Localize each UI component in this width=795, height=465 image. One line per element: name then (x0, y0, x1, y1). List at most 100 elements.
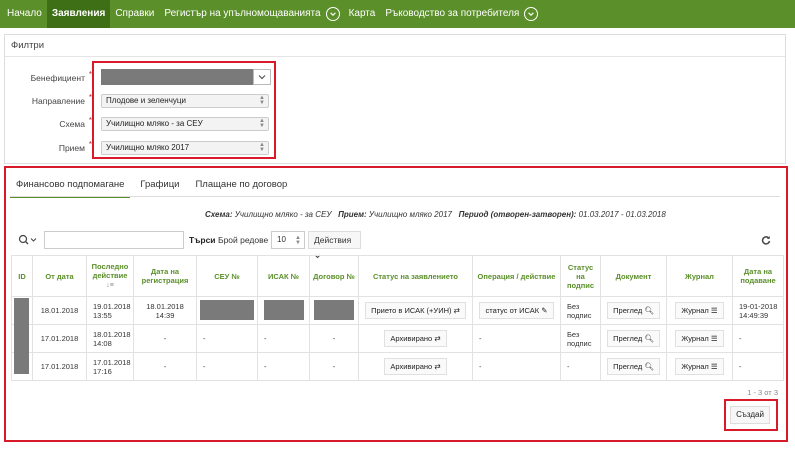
updown-icon: ▲ ▼ (295, 235, 301, 246)
nav-map[interactable]: Карта (344, 0, 381, 28)
cell-registration-date: - (133, 352, 197, 381)
top-nav: Начало Заявления Справки Регистър на упъ… (0, 0, 795, 28)
info-intake-label: Прием: (338, 210, 367, 219)
col-journal[interactable]: Журнал (666, 255, 733, 297)
col-signature-status[interactable]: Статус на подпис (560, 255, 601, 297)
refresh-button[interactable] (758, 231, 774, 249)
status-button[interactable]: Архивирано ⇄ (384, 358, 447, 375)
chevron-down-icon[interactable] (524, 7, 539, 21)
info-line: Схема: Училищно мляко - за СЕУ Прием: Уч… (205, 210, 666, 219)
col-submission-date[interactable]: Дата на подаване (732, 255, 784, 297)
col-id[interactable]: ID (11, 255, 33, 297)
journal-label: Журнал (681, 334, 709, 343)
cell-last-action: 17.01.2018 17:16 (86, 352, 134, 381)
updown-icon: ▲ ▼ (259, 95, 265, 106)
nav-authorizations-register[interactable]: Регистър на упълномощаванията (159, 0, 325, 28)
cell-document: Преглед 🔍︎ (600, 324, 667, 353)
refresh-icon (761, 236, 771, 245)
rows-per-page-value: 10 (277, 235, 286, 244)
direction-row: Направление * (5, 93, 92, 108)
journal-button[interactable]: Журнал ☰ (675, 302, 724, 319)
cell-contract-no: - (309, 352, 359, 381)
intake-row: Прием * (5, 140, 92, 155)
cell-journal: Журнал ☰ (666, 352, 733, 381)
view-button[interactable]: Преглед 🔍︎ (607, 330, 660, 347)
intake-select[interactable]: Училищно мляко 2017 ▲ ▼ (101, 141, 269, 155)
tab-divider (10, 196, 780, 197)
cell-contract-no (309, 296, 359, 325)
journal-button[interactable]: Журнал ☰ (675, 330, 724, 347)
cell-signature-status: Без подпис (560, 296, 601, 325)
chevron-down-icon[interactable] (325, 7, 340, 21)
status-button[interactable]: Архивирано ⇄ (384, 330, 447, 347)
nav-references[interactable]: Справки (110, 0, 159, 28)
status-label: Прието в ИСАК (+УИН) (371, 306, 452, 315)
journal-label: Журнал (681, 362, 709, 371)
col-last-action[interactable]: Последно действие ↓≡ (86, 255, 134, 297)
applications-table: ID От дата Последно действие ↓≡ Дата на р… (11, 255, 784, 381)
operation-button[interactable]: статус от ИСАК ✎ (479, 302, 554, 319)
status-button[interactable]: Прието в ИСАК (+УИН) ⇄ (365, 302, 466, 319)
beneficiary-dropdown-button[interactable] (253, 69, 271, 85)
info-period-value: 01.03.2017 - 01.03.2018 (578, 210, 666, 219)
view-button[interactable]: Преглед 🔍︎ (607, 302, 660, 319)
status-label: Архивирано (390, 334, 433, 343)
scheme-select[interactable]: Училищно мляко - за СЕУ ▲ ▼ (101, 117, 269, 131)
cell-from-date: 18.01.2018 (32, 296, 87, 325)
direction-select[interactable]: Плодове и зеленчуци ▲ ▼ (101, 94, 269, 108)
nav-home[interactable]: Начало (2, 0, 47, 28)
table-row[interactable]: 18.01.2018 19.01.2018 13:55 18.01.2018 1… (11, 296, 784, 325)
col-seu-no[interactable]: СЕУ № (196, 255, 258, 297)
create-button[interactable]: Създай (730, 406, 770, 424)
cell-isak-no: - (257, 352, 310, 381)
tab-financial-support[interactable]: Финансово подпомагане (10, 176, 131, 198)
cell-contract-no: - (309, 324, 359, 353)
nav-user-guide[interactable]: Ръководство за потребителя (380, 0, 524, 28)
cell-journal: Журнал ☰ (666, 324, 733, 353)
sort-desc-icon: ↓≡ (106, 282, 114, 289)
beneficiary-label: Бенефициент (30, 73, 85, 83)
col-operation[interactable]: Операция / действие (472, 255, 561, 297)
required-mark: * (88, 93, 92, 102)
tab-contract-payment[interactable]: Плащане по договор (189, 176, 293, 198)
cell-signature-status: - (560, 352, 601, 381)
actions-dropdown[interactable]: Действия (308, 231, 361, 259)
list-icon: ☰ (710, 334, 718, 343)
cell-registration-date: 18.01.2018 14:39 (133, 296, 197, 325)
col-registration-date[interactable]: Дата на регистрация (133, 255, 197, 297)
cell-seu-no (196, 296, 258, 325)
tab-schedules[interactable]: Графици (134, 176, 185, 198)
list-icon: ☰ (710, 362, 718, 371)
col-contract-no[interactable]: Договор № (309, 255, 359, 297)
direction-label: Направление (31, 96, 85, 106)
actions-label: Действия (314, 235, 352, 245)
col-document[interactable]: Документ (600, 255, 667, 297)
scheme-row: Схема * (5, 116, 92, 131)
cell-registration-date: - (133, 324, 197, 353)
transfer-icon: ⇄ (434, 362, 441, 371)
col-from-date[interactable]: От дата (32, 255, 87, 297)
table-row[interactable]: 17.01.2018 18.01.2018 14:08 - - - - Архи… (11, 324, 784, 353)
search-icon (18, 234, 37, 245)
beneficiary-select-redacted[interactable] (101, 69, 253, 85)
search-button[interactable]: Търси (189, 235, 216, 245)
status-label: Архивирано (390, 362, 433, 371)
rows-per-page-select[interactable]: 10 ▲ ▼ (271, 231, 305, 249)
transfer-icon: ⇄ (453, 306, 460, 315)
view-button[interactable]: Преглед 🔍︎ (607, 358, 660, 375)
nav-applications[interactable]: Заявления (46, 0, 111, 28)
cell-application-status: Архивирано ⇄ (358, 324, 473, 353)
table-row[interactable]: 17.01.2018 17.01.2018 17:16 - - - - Архи… (11, 352, 784, 381)
col-isak-no[interactable]: ИСАК № (257, 255, 310, 297)
pencil-icon: ✎ (541, 306, 548, 315)
filters-title: Филтри (5, 35, 785, 57)
search-input[interactable] (44, 231, 184, 249)
cell-seu-no: - (196, 324, 258, 353)
journal-button[interactable]: Журнал ☰ (675, 358, 724, 375)
cell-journal: Журнал ☰ (666, 296, 733, 325)
required-mark: * (88, 140, 92, 149)
cell-submission-date: - (732, 324, 784, 353)
scheme-label: Схема (59, 119, 85, 129)
col-application-status[interactable]: Статус на заявлението (358, 255, 473, 297)
search-options-button[interactable] (14, 231, 42, 249)
